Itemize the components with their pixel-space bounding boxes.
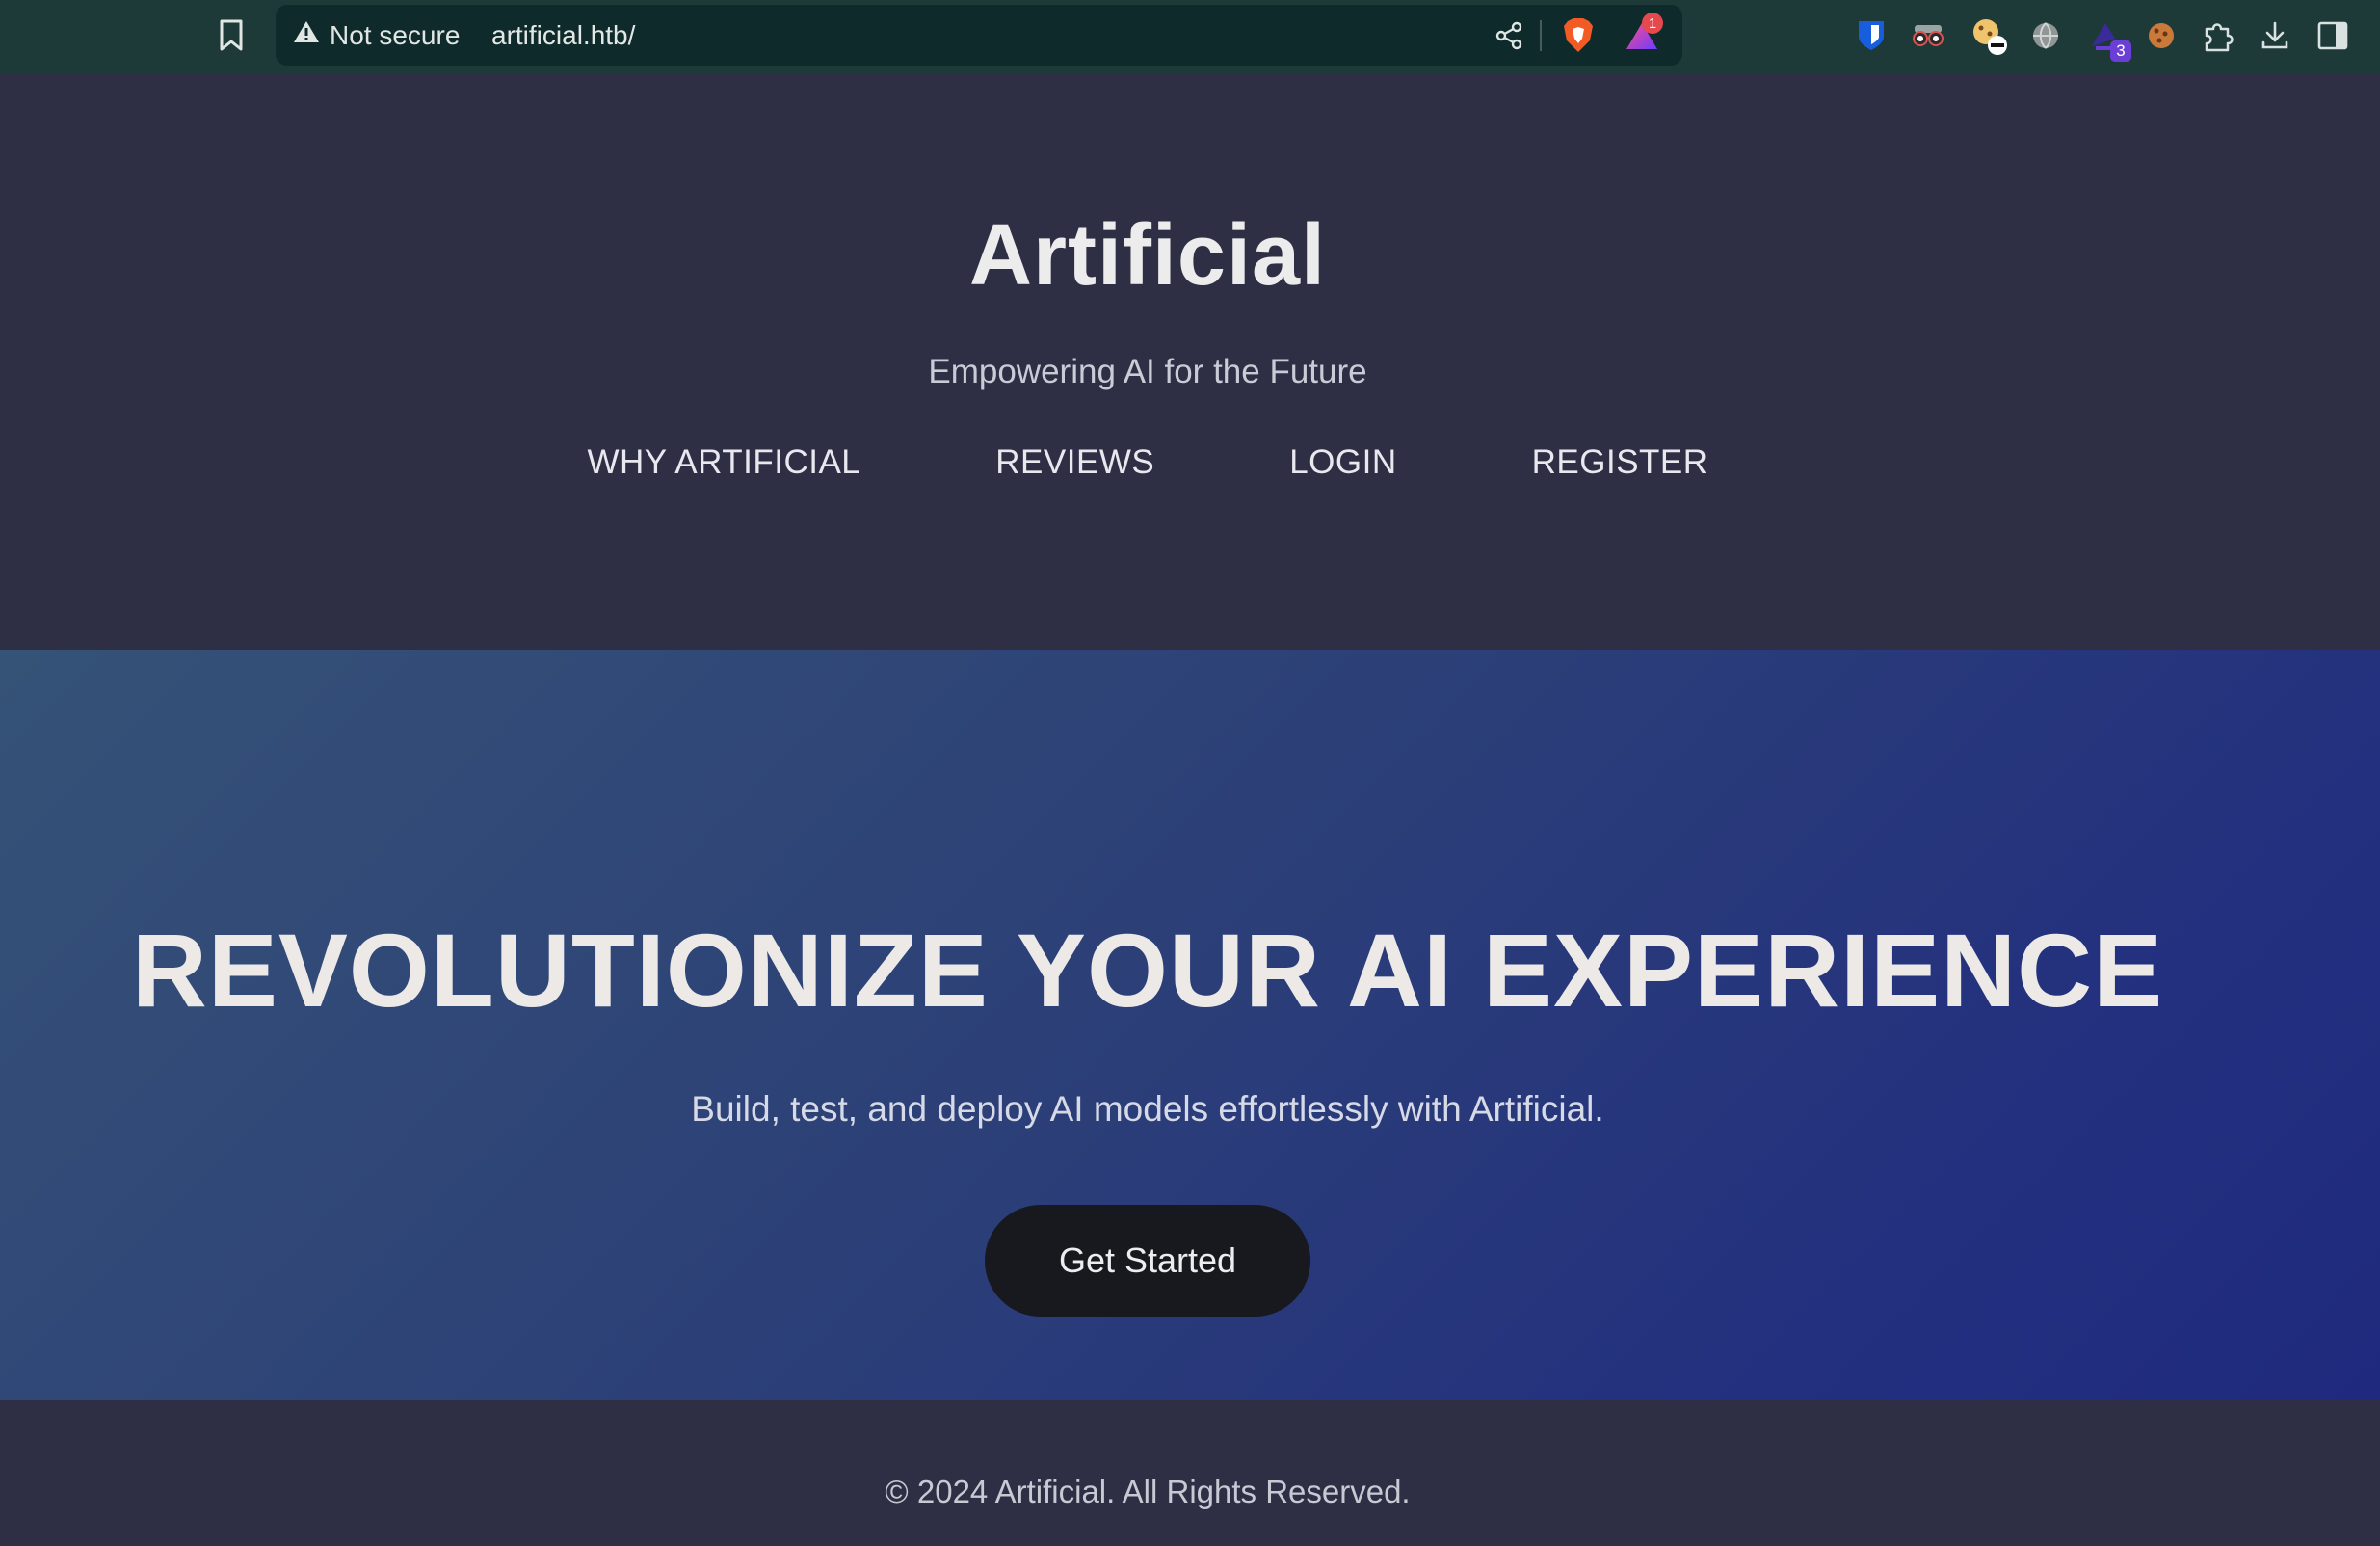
site-footer: © 2024 Artificial. All Rights Reserved. [0, 1400, 2380, 1546]
site-tagline: Empowering AI for the Future [928, 353, 1367, 390]
brave-shield-icon[interactable] [1559, 16, 1598, 55]
browser-toolbar: Not secure artificial.htb/ 1 3 [0, 0, 2380, 73]
warning-icon [293, 19, 320, 51]
extension-badge: 3 [2110, 40, 2131, 62]
puzzle-icon[interactable] [2197, 15, 2237, 56]
main-nav: WHY ARTIFICIAL REVIEWS LOGIN REGISTER [0, 443, 2295, 482]
toolbar-separator [1540, 20, 1542, 51]
share-icon[interactable] [1490, 16, 1528, 55]
security-label: Not secure [330, 19, 461, 50]
address-bar[interactable]: Not secure artificial.htb/ 1 [276, 5, 1682, 66]
hero-title: REVOLUTIONIZE YOUR AI EXPERIENCE [131, 912, 2164, 1028]
site-header: Artificial Empowering AI for the Future … [0, 73, 2380, 650]
bitwarden-icon[interactable] [1851, 15, 1891, 56]
binoculars-icon[interactable] [1908, 15, 1948, 56]
get-started-button[interactable]: Get Started [985, 1205, 1310, 1317]
brave-rewards-icon[interactable]: 1 [1623, 13, 1663, 55]
site-title: Artificial [968, 207, 1327, 304]
wizard-extension-icon[interactable]: 3 [2085, 15, 2131, 62]
url-text[interactable]: artificial.htb/ [491, 5, 635, 66]
globe-icon[interactable] [2025, 15, 2066, 56]
cookie-icon[interactable] [2141, 15, 2182, 56]
download-icon[interactable] [2255, 15, 2295, 56]
copyright-text: © 2024 Artificial. All Rights Reserved. [885, 1474, 1411, 1509]
security-indicator[interactable]: Not secure [293, 5, 460, 66]
nav-link-why-artificial[interactable]: WHY ARTIFICIAL [587, 443, 860, 482]
sidebar-icon[interactable] [2313, 15, 2353, 56]
hero-description: Build, test, and deploy AI models effort… [691, 1089, 1604, 1129]
nav-link-reviews[interactable]: REVIEWS [995, 443, 1154, 482]
cookie-blocker-icon[interactable] [1970, 15, 2010, 56]
bookmark-icon[interactable] [214, 17, 249, 54]
rewards-badge: 1 [1642, 13, 1663, 34]
nav-link-login[interactable]: LOGIN [1289, 443, 1396, 482]
hero-section: REVOLUTIONIZE YOUR AI EXPERIENCE Build, … [0, 650, 2380, 1400]
nav-link-register[interactable]: REGISTER [1532, 443, 1708, 482]
